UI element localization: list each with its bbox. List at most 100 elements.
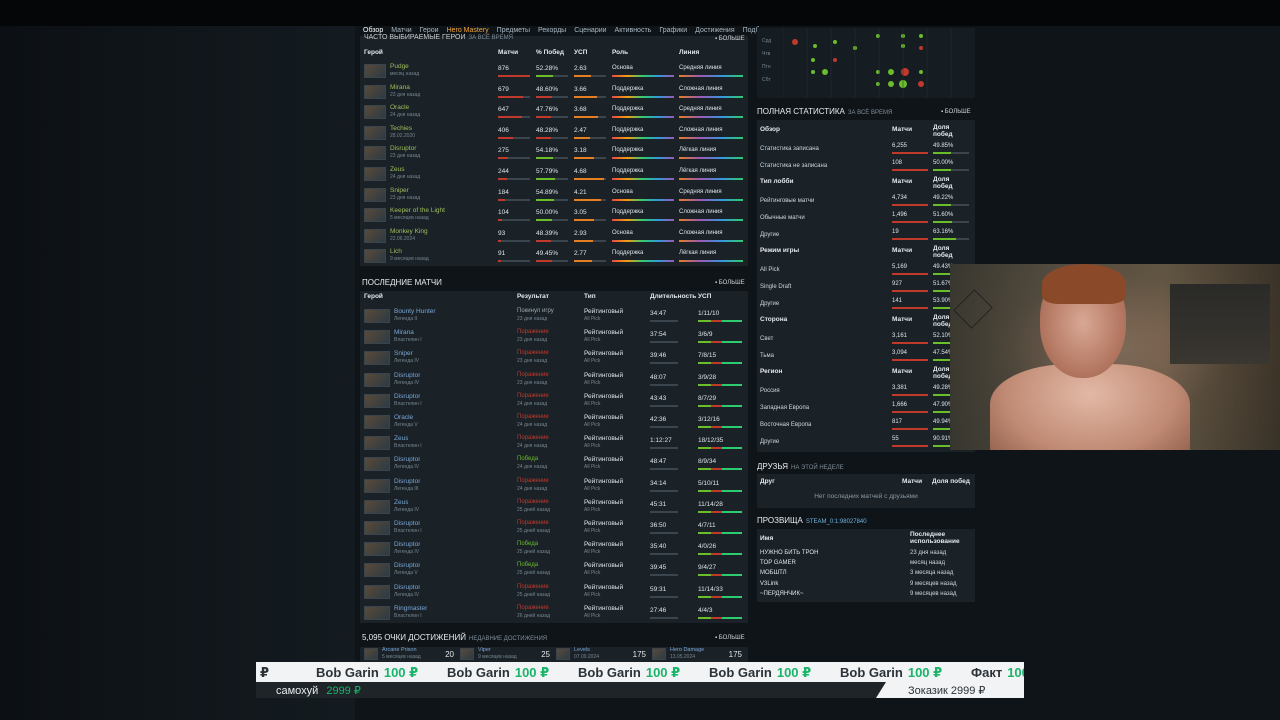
hero-kda: 4.21: [574, 188, 587, 196]
hero-matches-bar-fill: [498, 136, 513, 139]
match-mode: All Pick: [584, 464, 601, 471]
match-row[interactable]: Zeus Легенда IV Поражение 25 дней назад Рейт…: [360, 497, 748, 518]
ticker-amount: 100 ₽: [383, 665, 419, 680]
nav-item-4[interactable]: Предметы: [497, 27, 530, 34]
hero-row[interactable]: Zeus 24 дня назад 244 57.79% 4.68 Поддержка Лё…: [360, 165, 748, 185]
stats-row[interactable]: Другие 19 63.16%: [757, 228, 975, 244]
hero-row[interactable]: Disruptor 23 дня назад 275 54.18% 3.18 Поддер…: [360, 144, 748, 164]
nav-item-7[interactable]: Активность: [615, 27, 652, 34]
hero-winrate-bar-fill: [536, 198, 554, 201]
hero-row[interactable]: Pudge месяц назад 876 52.28% 2.63 Основа Средн…: [360, 62, 748, 82]
nav-item-9[interactable]: Достижения: [695, 27, 734, 34]
hero-matches: 275: [498, 147, 509, 155]
stats-row[interactable]: Тьма 3,094 47.54%: [757, 349, 975, 365]
nav-item-2[interactable]: Герои: [420, 27, 439, 34]
match-type: Рейтинговый: [584, 392, 624, 400]
match-row[interactable]: Oracle Легенда V Поражение 24 дня назад Рейт…: [360, 412, 748, 433]
hero-lane-bar: [679, 239, 743, 242]
stats-row[interactable]: Западная Европа 1,666 47.90%: [757, 401, 975, 417]
stats-title-text: ПОЛНАЯ СТАТИСТИКА: [757, 107, 845, 116]
match-result: Поражение: [517, 392, 549, 399]
matches-more-button[interactable]: ▪ БОЛЬШЕ: [715, 280, 745, 286]
ticker-amount: 100: [1007, 665, 1024, 680]
stats-row[interactable]: Другие 141 53.90%: [757, 297, 975, 313]
stats-row[interactable]: Рейтинговые матчи 4,734 49.22%: [757, 194, 975, 210]
match-duration: 27:46: [650, 606, 667, 614]
match-row[interactable]: Mirana Властелин I Поражение 23 дня назад Ре…: [360, 327, 748, 348]
match-row[interactable]: Disruptor Легенда IV Победа 24 дня назад Рей…: [360, 454, 748, 475]
match-hero-avatar: [364, 415, 390, 429]
stats-row-matches: 141: [892, 298, 903, 304]
hero-row[interactable]: Keeper of the Light 5 месяцев назад 104 50.…: [360, 206, 748, 226]
stats-row[interactable]: Другие 55 90.91%: [757, 435, 975, 451]
stats-row[interactable]: Статистика не записана 108 50.00%: [757, 159, 975, 175]
hero-row[interactable]: Techies 28.02.2020 406 48.28% 2.47 Поддержка С…: [360, 124, 748, 144]
stats-row[interactable]: Россия 3,381 49.28%: [757, 384, 975, 400]
stats-row[interactable]: Single Draft 927 51.67%: [757, 280, 975, 296]
match-row[interactable]: Disruptor Властелин I Поражение 24 дня наза…: [360, 391, 748, 412]
match-row[interactable]: Disruptor Легенда IV Победа 25 дней назад Ре…: [360, 539, 748, 560]
achievement-icon: [652, 648, 666, 660]
match-hero-name: Disruptor: [394, 541, 421, 549]
stats-row-matches: 4,734: [892, 195, 908, 201]
stats-row[interactable]: Свет 3,161 52.10%: [757, 332, 975, 348]
match-mode: All Pick: [584, 379, 601, 386]
nav-item-5[interactable]: Рекорды: [538, 27, 566, 34]
hero-matches: 104: [498, 209, 509, 217]
hero-kda-bar: [574, 178, 606, 180]
achievement-item[interactable]: Hero Damage 13.05.2024 175: [652, 647, 746, 663]
match-row[interactable]: Disruptor Легенда V Победа 25 дней назад Рей…: [360, 560, 748, 581]
hero-row[interactable]: Oracle 24 дня назад 647 47.76% 3.68 Поддержка…: [360, 103, 748, 123]
match-kda-bar: [698, 616, 742, 619]
achievement-item[interactable]: Levels 07.09.2024 175: [556, 647, 650, 663]
heroes-more-button[interactable]: ▪ БОЛЬШЕ: [715, 36, 745, 42]
hero-row[interactable]: Monkey King 22.06.2024 93 48.39% 2.93 Основа С…: [360, 227, 748, 247]
match-row[interactable]: Disruptor Легенда III Поражение 24 дня наза…: [360, 476, 748, 497]
match-mode: All Pick: [584, 528, 601, 534]
stats-win-bar-fill: [933, 359, 951, 361]
match-type: Рейтинговый: [584, 477, 624, 485]
match-row[interactable]: Bounty Hunter Легенда II Покинул игру 23 дн…: [360, 306, 748, 327]
hero-role-bar: [612, 136, 674, 139]
match-row[interactable]: Sniper Легенда IV Поражение 23 дня назад Рей…: [360, 348, 748, 369]
friends-title-text: ДРУЗЬЯ: [757, 462, 788, 471]
heatmap-grid: [783, 28, 952, 98]
nav-item-0[interactable]: Обзор: [363, 27, 383, 34]
stats-more-button[interactable]: ▪ БОЛЬШЕ: [941, 109, 971, 115]
ticker-item: ₽: [260, 664, 274, 682]
stats-col-win: Доля побед: [933, 176, 953, 190]
hero-winrate: 48.60%: [536, 85, 559, 93]
hero-role: Поддержка: [612, 126, 644, 133]
match-mode: All Pick: [584, 506, 601, 513]
aliases-steam-id: STEAM_0:1:98027840: [805, 519, 867, 525]
activity-heatmap: Срд Чтв Птн Сбт: [757, 28, 975, 98]
nav-item-8[interactable]: Графики: [659, 27, 687, 34]
match-row[interactable]: Disruptor Властелин I Поражение 25 дней наз…: [360, 518, 748, 539]
hero-row[interactable]: Lich 9 месяцев назад 91 49.45% 2.77 Поддержка…: [360, 247, 748, 267]
stats-row[interactable]: All Pick 5,169 49.43%: [757, 263, 975, 279]
hero-winrate-bar: [536, 157, 568, 160]
stats-row-label: All Pick: [760, 267, 780, 273]
match-row[interactable]: Ringmaster Властелин I Поражение 26 дней на…: [360, 603, 748, 624]
match-row[interactable]: Disruptor Легенда IV Поражение 23 дня назад…: [360, 370, 748, 391]
match-row[interactable]: Disruptor Легенда IV Поражение 25 дней наза…: [360, 582, 748, 603]
stats-row[interactable]: Статистика записана 6,255 49.85%: [757, 142, 975, 158]
nav-item-6[interactable]: Сценарии: [574, 27, 606, 34]
achievement-item[interactable]: Viper 9 месяцев назад 25: [460, 647, 554, 663]
match-row[interactable]: Zeus Властелин I Поражение 24 дня назад Рейт…: [360, 433, 748, 454]
matches-table-header: Герой Результат Тип Длительность УСП: [360, 293, 748, 303]
stats-row[interactable]: Обычные матчи 1,496 51.60%: [757, 211, 975, 227]
achievement-item[interactable]: Arcane Prison 5 месяцев назад 20: [364, 647, 458, 663]
match-rank: Легенда IV: [394, 506, 420, 513]
nav-item-1[interactable]: Матчи: [391, 27, 411, 34]
aliases-col-last: Последнее использование: [910, 531, 960, 545]
hero-row[interactable]: Mirana 23 дня назад 679 48.60% 3.66 Поддержка…: [360, 83, 748, 103]
match-result: Поражение: [517, 604, 549, 611]
ticker-name: Bob Garin: [447, 665, 510, 680]
hero-role: Поддержка: [612, 85, 644, 92]
hero-row[interactable]: Sniper 23 дня назад 184 54.89% 4.21 Основа Сре…: [360, 186, 748, 206]
stats-win-bar: [933, 221, 969, 223]
nav-item-3[interactable]: Hero Mastery: [447, 27, 489, 34]
stats-row[interactable]: Восточная Европа 817 49.94%: [757, 418, 975, 434]
achievements-more-button[interactable]: ▪ БОЛЬШЕ: [715, 635, 745, 641]
